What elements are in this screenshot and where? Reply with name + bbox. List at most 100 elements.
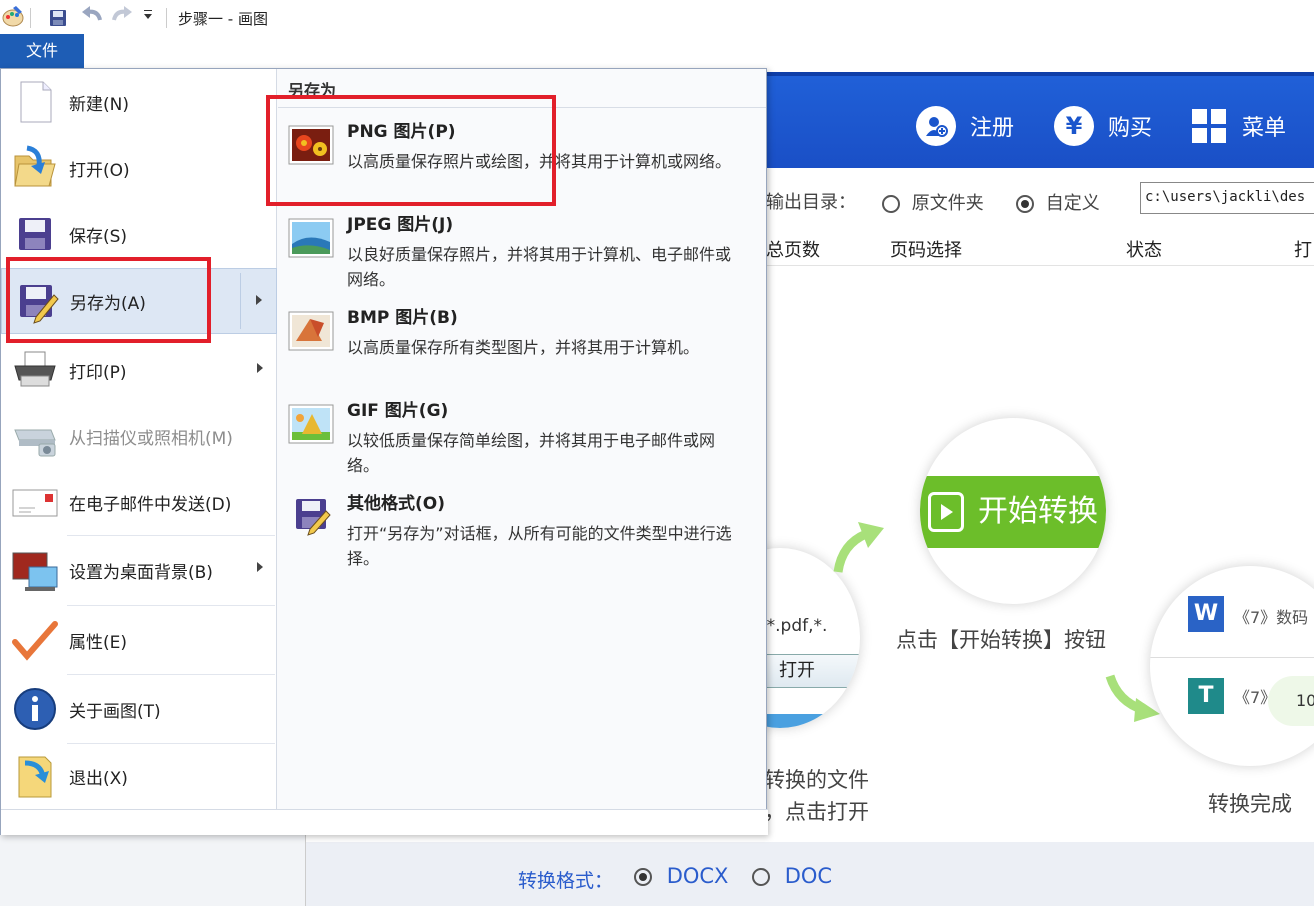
start-convert-banner: 开始转换 <box>920 476 1106 548</box>
column-print: 打 <box>1294 240 1312 261</box>
checkmark-icon <box>11 616 59 664</box>
custom-folder-radio[interactable]: 自定义 <box>1016 189 1100 215</box>
submenu-split <box>240 273 241 329</box>
menu-item-exit[interactable]: 退出(X) <box>1 744 277 809</box>
open-button-illustration: 打开 <box>766 654 860 688</box>
format-bar: 转换格式： DOCX DOC <box>306 842 1314 906</box>
highlight-save-as <box>6 257 211 343</box>
column-status: 状态 <box>1126 240 1162 261</box>
result-row-1: W 《7》数码 <box>1150 566 1314 658</box>
percent-badge: 100 <box>1268 676 1314 726</box>
format-doc-radio[interactable]: DOC <box>752 864 832 888</box>
submenu-arrow-icon <box>256 295 262 305</box>
exit-icon <box>11 753 59 801</box>
paint-app-icon <box>2 6 24 27</box>
jpeg-image-icon <box>288 218 334 258</box>
buy-button[interactable]: ¥ 购买 <box>1054 104 1152 148</box>
menu-item-desktop-background[interactable]: 设置为桌面背景(B) <box>1 536 277 605</box>
email-icon <box>11 478 59 526</box>
new-file-icon <box>11 78 59 126</box>
register-label: 注册 <box>970 116 1015 141</box>
undo-icon[interactable] <box>80 6 104 28</box>
save-icon <box>11 210 59 258</box>
menu-item-new[interactable]: 新建(N) <box>1 69 277 135</box>
text-file-icon: T <box>1188 678 1224 714</box>
arrow-up-icon <box>833 522 884 573</box>
format-name: JPEG 图片(J) <box>347 215 454 235</box>
desktop-background-icon <box>11 547 59 595</box>
window-title: 步骤一 - 画图 <box>178 10 268 28</box>
start-convert-label: 开始转换 <box>978 494 1098 529</box>
converter-header: 注册 ¥ 购买 菜单 <box>766 72 1314 168</box>
dropdown-bar <box>144 10 152 11</box>
radio-icon <box>882 195 900 213</box>
format-docx-label: DOCX <box>666 864 729 888</box>
title-divider <box>30 8 31 28</box>
format-description: 打开“另存为”对话框，从所有可能的文件类型中进行选择。 <box>347 524 732 568</box>
convert-done-illustration: W 《7》数码 T 《7》 100 <box>1150 566 1314 766</box>
user-add-icon <box>916 106 956 146</box>
menu-item-scanner: 从扫描仪或照相机(M) <box>1 403 277 469</box>
word-icon: W <box>1188 596 1224 632</box>
info-icon <box>11 685 59 733</box>
format-description: 以高质量保存所有类型图片，并将其用于计算机。 <box>347 338 700 357</box>
menu-item-email[interactable]: 在电子邮件中发送(D) <box>1 469 277 535</box>
start-caption: 点击【开始转换】按钮 <box>896 628 1106 652</box>
result-row-2: T 《7》 100 <box>1150 658 1314 766</box>
source-folder-radio[interactable]: 原文件夹 <box>882 189 984 215</box>
printer-icon <box>11 346 59 394</box>
format-docx-radio[interactable]: DOCX <box>634 864 728 888</box>
select-caption-2: ，点击打开 <box>764 800 869 824</box>
highlight-png <box>266 95 556 206</box>
scanner-icon <box>11 412 59 460</box>
save-icon[interactable] <box>48 8 68 28</box>
source-folder-label: 原文件夹 <box>911 193 984 214</box>
format-doc-label: DOC <box>784 864 833 888</box>
menu-item-print[interactable]: 打印(P) <box>1 337 277 403</box>
gif-image-icon <box>288 404 334 444</box>
result-file-1: 《7》数码 <box>1234 608 1309 627</box>
file-menu-commands: 新建(N) 打开(O) 保存(S) 另存为(A) 打印(P) 从扫描仪或照相机(… <box>1 69 277 809</box>
file-table-header: 总页数 页码选择 状态 打 <box>766 230 1314 266</box>
output-path-input[interactable]: c:\users\jackli\des <box>1140 182 1314 214</box>
save-as-jpeg[interactable]: JPEG 图片(J) 以良好质量保存照片，并将其用于计算机、电子邮件或网络。 <box>278 206 766 296</box>
menu-item-label: 打印(P) <box>69 362 127 383</box>
other-formats-icon <box>288 497 334 537</box>
menu-item-label: 设置为桌面背景(B) <box>69 563 213 583</box>
menu-item-open[interactable]: 打开(O) <box>1 135 277 201</box>
output-directory-row: 输出目录： 原文件夹 自定义 c:\users\jackli\des <box>766 180 1314 218</box>
format-name: 其他格式(O) <box>347 494 445 514</box>
radio-selected-icon <box>634 868 652 886</box>
save-as-other-formats[interactable]: 其他格式(O) 打开“另存为”对话框，从所有可能的文件类型中进行选择。 <box>278 485 766 575</box>
file-tab[interactable]: 文件 <box>0 34 84 68</box>
menu-item-label: 在电子邮件中发送(D) <box>69 494 232 515</box>
format-name: GIF 图片(G) <box>347 401 449 421</box>
custom-folder-label: 自定义 <box>1045 193 1100 214</box>
menu-item-label: 打开(O) <box>69 160 130 181</box>
format-description: 以良好质量保存照片，并将其用于计算机、电子邮件或网络。 <box>347 245 732 289</box>
grid-menu-icon <box>1192 109 1226 143</box>
menu-button[interactable]: 菜单 <box>1192 104 1286 148</box>
save-as-gif[interactable]: GIF 图片(G) 以较低质量保存简单绘图，并将其用于电子邮件或网络。 <box>278 392 766 482</box>
start-convert-illustration: 开始转换 <box>920 418 1106 604</box>
left-panel-strip <box>0 834 306 906</box>
menu-item-label: 退出(X) <box>69 769 128 789</box>
open-folder-icon <box>11 144 59 192</box>
menu-item-properties[interactable]: 属性(E) <box>1 606 277 674</box>
title-divider <box>166 8 167 28</box>
save-as-bmp[interactable]: BMP 图片(B) 以高质量保存所有类型图片，并将其用于计算机。 <box>278 299 766 389</box>
menu-item-label: 从扫描仪或照相机(M) <box>69 428 233 449</box>
play-icon <box>928 492 964 532</box>
menu-item-about[interactable]: 关于画图(T) <box>1 675 277 743</box>
customize-dropdown-icon[interactable] <box>144 14 152 19</box>
menu-label: 菜单 <box>1242 116 1287 141</box>
menu-item-label: 保存(S) <box>69 226 128 247</box>
select-caption-1: 转换的文件 <box>764 768 869 792</box>
menu-item-label: 新建(N) <box>69 94 129 115</box>
register-button[interactable]: 注册 <box>916 104 1014 148</box>
redo-icon[interactable] <box>110 6 134 28</box>
progress-strip <box>766 714 860 728</box>
file-filter-text: (*.pdf,*. <box>760 616 828 636</box>
column-page-select: 页码选择 <box>890 240 962 261</box>
menu-item-label: 关于画图(T) <box>69 701 161 722</box>
